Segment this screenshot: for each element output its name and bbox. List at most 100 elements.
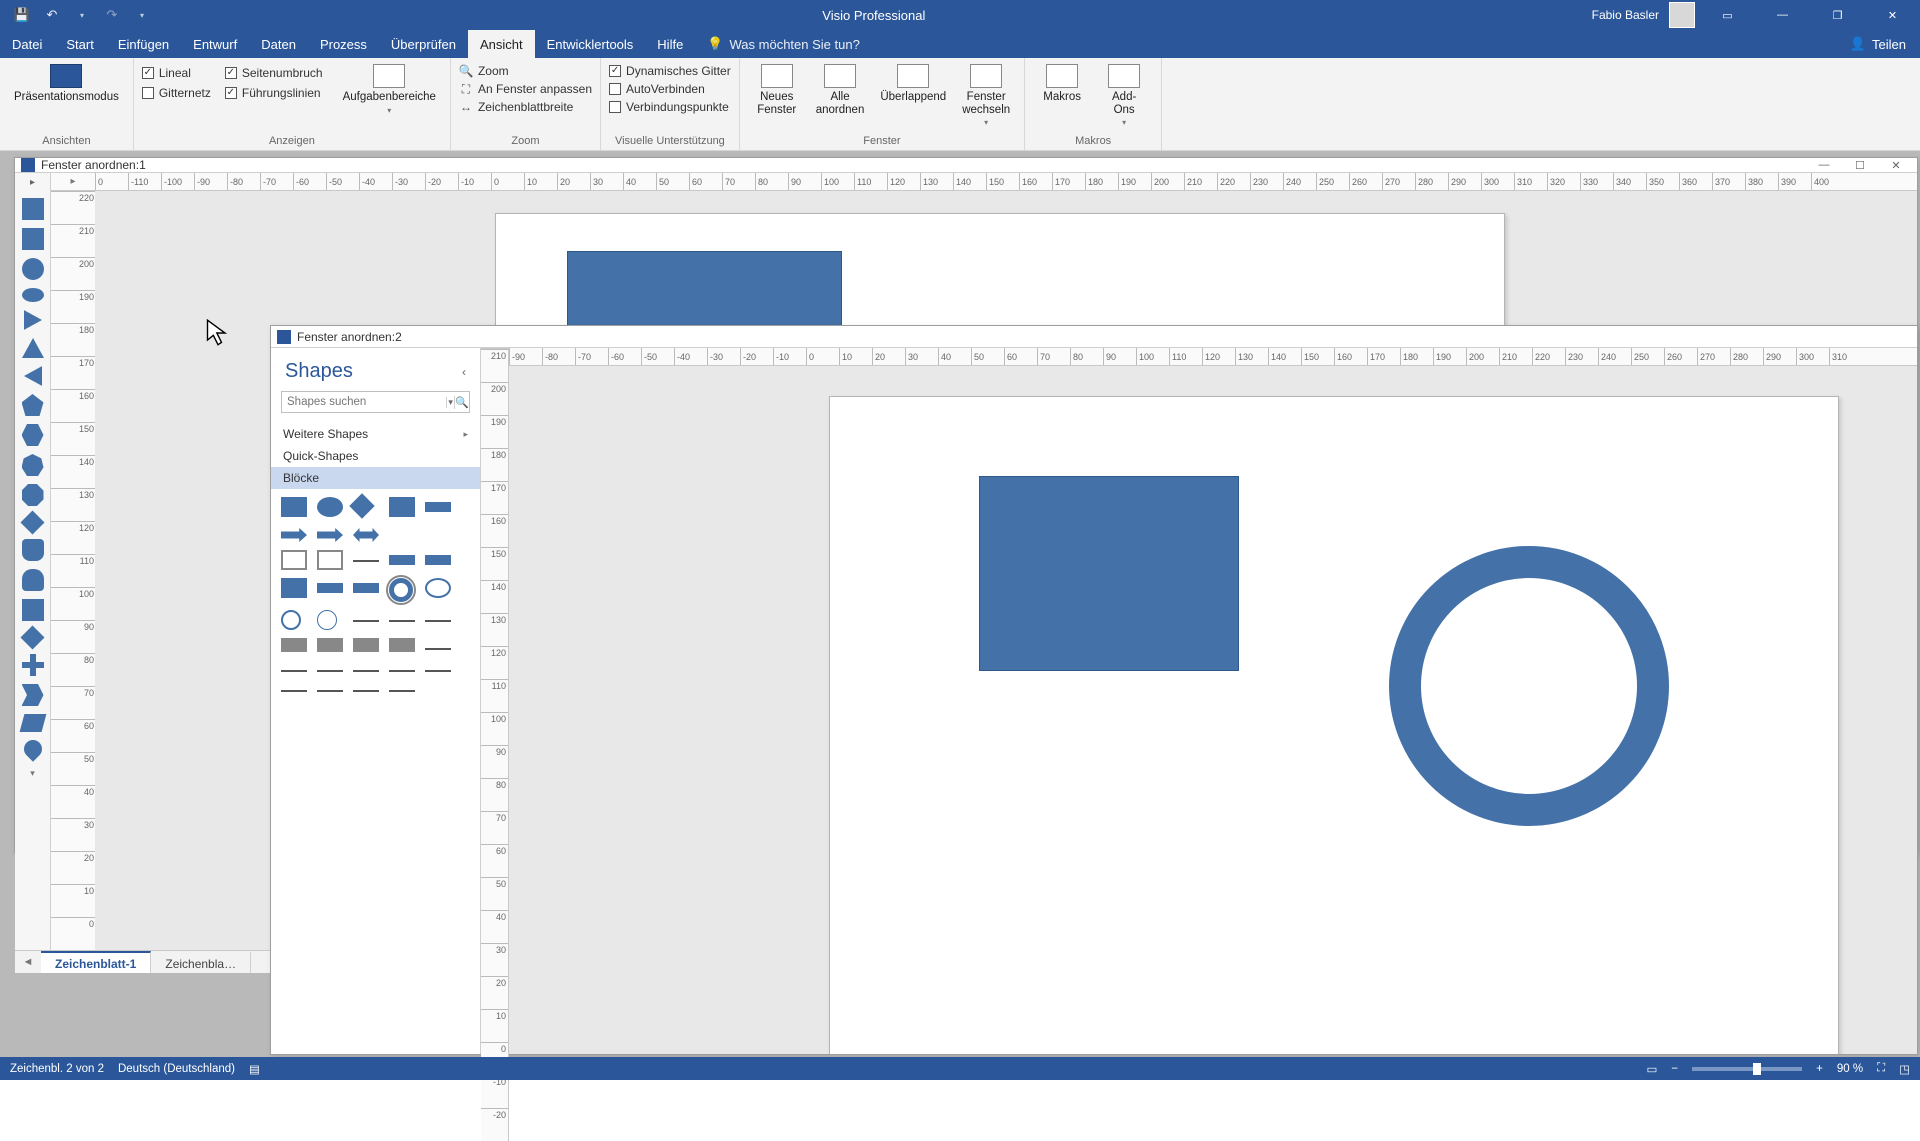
stencil-gray4[interactable] xyxy=(389,638,415,652)
shapes-search-input[interactable] xyxy=(282,396,446,408)
maximize-button[interactable]: ❐ xyxy=(1815,0,1860,30)
stencil-open-box2[interactable] xyxy=(317,550,343,570)
close-button[interactable]: ✕ xyxy=(1870,0,1915,30)
canvas-2[interactable] xyxy=(509,366,1917,1054)
makros-button[interactable]: Makros xyxy=(1033,62,1091,106)
strip-shape-square[interactable] xyxy=(22,198,44,220)
child-titlebar-2[interactable]: Fenster anordnen:2 xyxy=(271,326,1917,348)
stencil-curve1[interactable] xyxy=(281,670,307,672)
tell-me[interactable]: 💡 Was möchten Sie tun? xyxy=(695,30,860,58)
shape-ring[interactable] xyxy=(1389,546,1669,826)
page-width-button[interactable]: ↔Zeichenblattbreite xyxy=(459,100,592,114)
gitternetz-checkbox[interactable]: Gitternetz xyxy=(142,86,211,100)
stencil-arrow-right[interactable] xyxy=(281,528,307,542)
shapes-panel-collapse-button[interactable]: ‹ xyxy=(462,365,466,379)
stencil-circle[interactable] xyxy=(317,497,343,517)
sheet-tab-active[interactable]: Zeichenblatt-1 xyxy=(41,951,151,973)
stencil-beam2[interactable] xyxy=(353,583,379,593)
stencil-curve2[interactable] xyxy=(317,670,343,672)
strip-shape-chevron[interactable] xyxy=(22,684,44,706)
stencil-bar[interactable] xyxy=(425,502,451,512)
child-titlebar-1[interactable]: Fenster anordnen:1 — ☐ ✕ xyxy=(15,158,1917,173)
stencil-ring-outline[interactable] xyxy=(425,578,451,598)
strip-shape-square2[interactable] xyxy=(22,228,44,250)
zoom-slider[interactable] xyxy=(1692,1067,1802,1071)
status-page[interactable]: Zeichenbl. 2 von 2 xyxy=(10,1063,104,1075)
stencil-beam[interactable] xyxy=(317,583,343,593)
strip-shape-cube[interactable] xyxy=(22,599,44,621)
child1-maximize-button[interactable]: ☐ xyxy=(1845,159,1875,172)
zoom-button[interactable]: 🔍Zoom xyxy=(459,64,592,78)
qat-customize-button[interactable]: ▾ xyxy=(128,3,156,27)
tab-entwicklertools[interactable]: Entwicklertools xyxy=(535,30,646,58)
connection-points-checkbox[interactable]: Verbindungspunkte xyxy=(609,100,731,114)
stencil-gray3[interactable] xyxy=(353,638,379,652)
save-button[interactable]: 💾 xyxy=(8,3,36,27)
stencil-line1[interactable] xyxy=(425,648,451,650)
shapes-cat-blocks[interactable]: Blöcke xyxy=(271,467,480,489)
stencil-wave[interactable] xyxy=(425,670,451,672)
shape-rectangle-2[interactable] xyxy=(979,476,1239,671)
tab-ueberpruefen[interactable]: Überprüfen xyxy=(379,30,468,58)
stencil-tree2[interactable] xyxy=(389,670,415,672)
stencil-gray1[interactable] xyxy=(281,638,307,652)
child1-minimize-button[interactable]: — xyxy=(1809,159,1839,171)
zoom-in-button[interactable]: + xyxy=(1816,1063,1823,1075)
expand-strip-button[interactable]: ▸ xyxy=(30,177,35,188)
stencil-arc2[interactable] xyxy=(389,620,415,622)
strip-shape-octagon[interactable] xyxy=(22,484,44,506)
strip-shape-triangle-left[interactable] xyxy=(24,366,42,386)
macro-record-icon[interactable]: ▤ xyxy=(249,1062,260,1076)
fuehrungslinien-checkbox[interactable]: ✓Führungslinien xyxy=(225,86,323,100)
undo-button[interactable]: ↶ xyxy=(38,3,66,27)
strip-shape-circle[interactable] xyxy=(22,258,44,280)
stencil-target[interactable] xyxy=(317,610,337,630)
cascade-button[interactable]: Überlappend xyxy=(874,62,952,106)
aufgabenbereiche-button[interactable]: Aufgabenbereiche ▾ xyxy=(337,62,442,117)
undo-more-button[interactable]: ▾ xyxy=(68,3,96,27)
stencil-open-box1[interactable] xyxy=(281,550,307,570)
stencil-diamond[interactable] xyxy=(349,493,374,518)
strip-shape-diamond2[interactable] xyxy=(20,625,44,649)
stencil-ring-selected[interactable] xyxy=(389,578,413,602)
tab-daten[interactable]: Daten xyxy=(249,30,308,58)
presentation-mode-button[interactable]: Präsentationsmodus xyxy=(8,62,125,106)
autoconnect-checkbox[interactable]: AutoVerbinden xyxy=(609,82,731,96)
stencil-box[interactable] xyxy=(281,497,307,517)
user-name[interactable]: Fabio Basler xyxy=(1592,8,1659,22)
stencil-arrowbar[interactable] xyxy=(389,555,415,565)
minimize-button[interactable]: — xyxy=(1760,0,1805,30)
stencil-arrowbar2[interactable] xyxy=(425,555,451,565)
strip-shape-cylinder[interactable] xyxy=(22,539,44,561)
fit-window-button[interactable]: ⛶An Fenster anpassen xyxy=(459,82,592,96)
stencil-tree1[interactable] xyxy=(353,670,379,672)
addons-button[interactable]: Add- Ons▾ xyxy=(1095,62,1153,130)
shapes-search-go[interactable]: 🔍 xyxy=(454,396,469,409)
pan-zoom-button[interactable]: ◳ xyxy=(1899,1062,1910,1076)
stencil-elbow[interactable] xyxy=(353,560,379,562)
stencil-gray2[interactable] xyxy=(317,638,343,652)
ribbon-display-options-button[interactable]: ▭ xyxy=(1705,0,1750,30)
strip-shape-triangle-up[interactable] xyxy=(22,338,44,358)
strip-shape-pentagon[interactable] xyxy=(22,394,44,416)
presentation-view-icon[interactable]: ▭ xyxy=(1647,1062,1658,1076)
stencil-3dbox[interactable] xyxy=(281,578,307,598)
strip-shape-hexagon[interactable] xyxy=(22,424,44,446)
shapes-cat-more[interactable]: Weitere Shapes▸ xyxy=(271,423,480,445)
strip-shape-teardrop[interactable] xyxy=(20,736,45,761)
zoom-out-button[interactable]: − xyxy=(1671,1063,1678,1075)
stencil-arc1[interactable] xyxy=(353,620,379,622)
tab-ansicht[interactable]: Ansicht xyxy=(468,30,535,58)
tab-entwurf[interactable]: Entwurf xyxy=(181,30,249,58)
strip-shape-triangle-right[interactable] xyxy=(24,310,42,330)
status-language[interactable]: Deutsch (Deutschland) xyxy=(118,1063,235,1075)
stencil-dim1[interactable] xyxy=(281,690,307,692)
strip-shape-plus[interactable] xyxy=(22,654,44,676)
child1-close-button[interactable]: ✕ xyxy=(1881,159,1911,172)
pointer-tool-button[interactable]: ▸ xyxy=(51,173,95,191)
shapes-search[interactable]: ▾ 🔍 xyxy=(281,391,470,413)
strip-shape-heptagon[interactable] xyxy=(22,454,44,476)
new-window-button[interactable]: Neues Fenster xyxy=(748,62,806,118)
redo-button[interactable]: ↷ xyxy=(98,3,126,27)
tab-prozess[interactable]: Prozess xyxy=(308,30,379,58)
